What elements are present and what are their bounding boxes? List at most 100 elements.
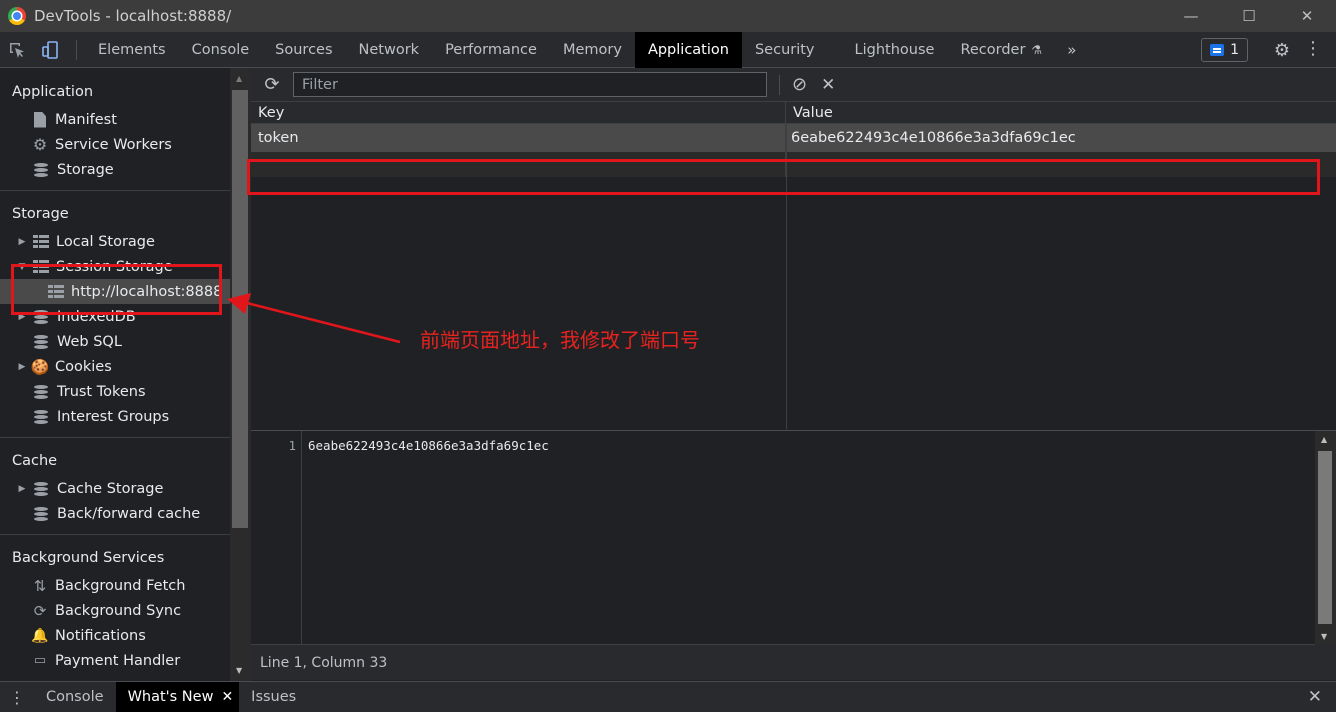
- sidebar-divider: [0, 190, 230, 191]
- storage-table: Key Value token 6eabe622493c4e10866e3a3d…: [247, 102, 1336, 431]
- minimize-button[interactable]: —: [1162, 0, 1220, 32]
- tab-recorder[interactable]: Recorder ⚗: [947, 32, 1055, 68]
- annotation-arrow-icon: [227, 293, 401, 344]
- sidebar-item-cookies[interactable]: ▶ 🍪 Cookies: [0, 354, 230, 379]
- row-key-cell[interactable]: token: [251, 124, 786, 152]
- sidebar-item-label: Interest Groups: [57, 408, 170, 425]
- tab-memory[interactable]: Memory: [550, 32, 635, 68]
- tab-lighthouse[interactable]: Lighthouse: [842, 32, 948, 68]
- close-window-button[interactable]: ✕: [1278, 0, 1336, 32]
- document-icon: [34, 111, 46, 128]
- scroll-up-arrow-icon[interactable]: ▲: [236, 74, 242, 83]
- refresh-icon[interactable]: ⟳: [251, 74, 293, 95]
- issues-badge-button[interactable]: 1: [1201, 38, 1248, 62]
- sidebar-item-background-sync[interactable]: ⟳ Background Sync: [0, 598, 230, 623]
- drawer-tab-issues[interactable]: Issues: [239, 682, 308, 712]
- storage-main-panel: ⟳ ⊘ ✕ Key Value token 6eabe622493c4e1086…: [247, 68, 1336, 681]
- tab-elements[interactable]: Elements: [85, 32, 179, 68]
- more-options-icon[interactable]: ⋮: [1304, 38, 1322, 59]
- sidebar-divider: [0, 534, 230, 535]
- sidebar-item-storage[interactable]: Storage: [0, 157, 230, 182]
- sidebar-item-cache-storage[interactable]: ▶ Cache Storage: [0, 476, 230, 501]
- database-icon: [34, 481, 48, 497]
- up-down-arrows-icon: ⇅: [33, 576, 47, 595]
- devtools-toolbar: Elements Console Sources Network Perform…: [0, 31, 1336, 68]
- sidebar-item-label: Service Workers: [55, 136, 172, 153]
- preview-content[interactable]: 6eabe622493c4e10866e3a3dfa69c1ec: [308, 438, 549, 453]
- database-icon: [34, 334, 48, 350]
- sidebar-item-interest-groups[interactable]: Interest Groups: [0, 404, 230, 429]
- bell-icon: 🔔: [31, 627, 49, 644]
- section-background-title: Background Services: [12, 550, 165, 566]
- preview-scroll-thumb[interactable]: [1318, 451, 1332, 624]
- device-toolbar-icon[interactable]: [34, 32, 68, 68]
- line-gutter: 1: [251, 431, 302, 645]
- sidebar-item-label: Cookies: [55, 358, 112, 375]
- preview-scrollbar[interactable]: ▲ ▼: [1315, 431, 1336, 645]
- tab-recorder-label: Recorder: [960, 41, 1026, 58]
- application-sidebar: Application Manifest ⚙ Service Workers S…: [0, 68, 230, 681]
- tab-network[interactable]: Network: [346, 32, 433, 68]
- filter-toolbar: ⟳ ⊘ ✕: [251, 68, 1336, 102]
- sidebar-item-label: Manifest: [55, 111, 117, 128]
- drawer-tab-console[interactable]: Console: [34, 682, 116, 712]
- tab-security[interactable]: Security: [742, 32, 842, 68]
- sidebar-item-label: Background Fetch: [55, 577, 186, 594]
- tab-application[interactable]: Application: [634, 31, 742, 68]
- sidebar-item-bfcache[interactable]: Back/forward cache: [0, 501, 230, 526]
- drawer-tab-label: What's New: [127, 689, 214, 705]
- close-drawer-icon[interactable]: ✕: [1308, 687, 1322, 707]
- database-icon: [34, 162, 48, 178]
- table-icon: [33, 235, 49, 248]
- scroll-down-arrow-icon[interactable]: ▼: [236, 666, 242, 675]
- drawer-menu-icon[interactable]: ⋮: [0, 688, 34, 707]
- card-icon: ▭: [33, 653, 47, 668]
- toolbar-separator: [779, 74, 780, 95]
- caret-right-icon[interactable]: ▶: [16, 362, 28, 372]
- sidebar-item-service-workers[interactable]: ⚙ Service Workers: [0, 132, 230, 157]
- table-row[interactable]: token 6eabe622493c4e10866e3a3dfa69c1ec: [251, 124, 1336, 152]
- clear-all-icon[interactable]: ⊘: [792, 74, 807, 95]
- caret-right-icon[interactable]: ▶: [16, 237, 28, 247]
- sidebar-item-payment-handler[interactable]: ▭ Payment Handler: [0, 648, 230, 673]
- tab-sources[interactable]: Sources: [262, 32, 345, 68]
- drawer-tab-whats-new[interactable]: What's New ✕: [115, 682, 240, 712]
- sidebar-item-label: Web SQL: [57, 333, 122, 350]
- toolbar-separator: [76, 39, 77, 60]
- maximize-button[interactable]: ☐: [1220, 0, 1278, 32]
- table-header: Key Value: [251, 102, 1336, 124]
- database-icon: [34, 409, 48, 425]
- close-tab-icon[interactable]: ✕: [221, 689, 233, 705]
- cursor-position-status: Line 1, Column 33: [251, 645, 1336, 680]
- caret-right-icon[interactable]: ▶: [16, 484, 28, 494]
- delete-selected-icon[interactable]: ✕: [821, 75, 835, 95]
- line-number: 1: [288, 438, 296, 453]
- filter-input[interactable]: [293, 72, 767, 97]
- issues-icon: [1210, 44, 1225, 56]
- more-tabs-chevron-icon[interactable]: »: [1055, 41, 1088, 59]
- sidebar-item-label: Payment Handler: [55, 652, 181, 669]
- sidebar-item-trust-tokens[interactable]: Trust Tokens: [0, 379, 230, 404]
- sidebar-item-label: Background Sync: [55, 602, 182, 619]
- sidebar-item-background-fetch[interactable]: ⇅ Background Fetch: [0, 573, 230, 598]
- inspect-element-icon[interactable]: [0, 32, 34, 68]
- tab-console[interactable]: Console: [179, 32, 263, 68]
- scroll-down-arrow-icon[interactable]: ▼: [1321, 632, 1327, 641]
- sidebar-item-label: Notifications: [55, 627, 146, 644]
- column-header-value[interactable]: Value: [786, 102, 833, 123]
- section-storage-title: Storage: [12, 206, 69, 222]
- sidebar-item-local-storage[interactable]: ▶ Local Storage: [0, 229, 230, 254]
- sidebar-item-websql[interactable]: Web SQL: [0, 329, 230, 354]
- sidebar-item-notifications[interactable]: 🔔 Notifications: [0, 623, 230, 648]
- row-value-cell[interactable]: 6eabe622493c4e10866e3a3dfa69c1ec: [786, 124, 1076, 152]
- scroll-up-arrow-icon[interactable]: ▲: [1321, 435, 1327, 444]
- sidebar-item-label: Trust Tokens: [57, 383, 146, 400]
- section-cache-title: Cache: [12, 453, 58, 469]
- section-application-title: Application: [12, 84, 94, 100]
- value-preview: 1 6eabe622493c4e10866e3a3dfa69c1ec ▲ ▼: [251, 431, 1336, 645]
- column-header-key[interactable]: Key: [251, 102, 786, 123]
- tab-performance[interactable]: Performance: [432, 32, 550, 68]
- sidebar-item-manifest[interactable]: Manifest: [0, 107, 230, 132]
- bottom-drawer: ⋮ Console What's New ✕ Issues ✕: [0, 681, 1336, 712]
- settings-gear-icon[interactable]: ⚙: [1274, 40, 1290, 61]
